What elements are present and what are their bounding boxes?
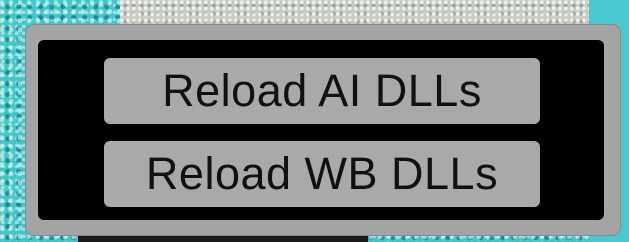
dll-reload-panel-body: Reload AI DLLs Reload WB DLLs bbox=[38, 40, 604, 220]
dll-reload-panel: Reload AI DLLs Reload WB DLLs bbox=[26, 25, 620, 235]
reload-wb-dlls-button[interactable]: Reload WB DLLs bbox=[104, 141, 540, 207]
reload-ai-dlls-button[interactable]: Reload AI DLLs bbox=[104, 58, 540, 124]
